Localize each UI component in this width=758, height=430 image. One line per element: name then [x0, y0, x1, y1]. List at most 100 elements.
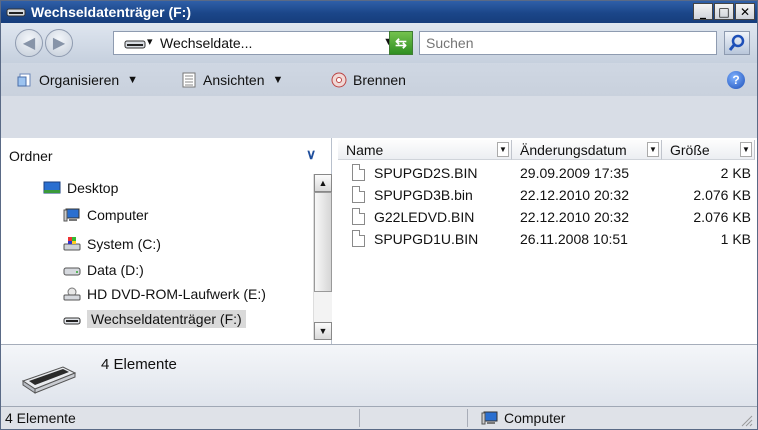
file-row[interactable]: SPUPGD1U.BIN 26.11.2008 10:51 1 KB: [332, 228, 757, 250]
status-divider: [467, 409, 468, 427]
removable-drive-icon: [63, 317, 81, 325]
computer-icon: [63, 208, 80, 222]
minimize-button[interactable]: _: [693, 3, 713, 20]
file-name: SPUPGD2S.BIN: [374, 165, 478, 181]
file-name: SPUPGD1U.BIN: [374, 231, 479, 247]
file-size: 1 KB: [720, 231, 751, 247]
removable-drive-large-icon: [21, 366, 77, 394]
column-filter-icon[interactable]: ▼: [740, 142, 752, 157]
views-icon: [182, 72, 196, 87]
file-modified: 26.11.2008 10:51: [520, 231, 628, 247]
tree-item-computer[interactable]: Computer: [63, 204, 148, 226]
breadcrumb-arrow-icon[interactable]: ▾: [147, 35, 153, 48]
column-header-size[interactable]: Größe ▼: [662, 140, 755, 160]
desktop-icon: [43, 181, 61, 194]
file-icon: [352, 186, 365, 203]
file-row[interactable]: G22LEDVD.BIN 22.12.2010 20:32 2.076 KB: [332, 206, 757, 228]
tree-item-removable-f[interactable]: Wechseldatenträger (F:): [63, 308, 246, 330]
scroll-up-icon[interactable]: ▲: [314, 174, 332, 192]
window-controls: _ □ ✕: [692, 3, 755, 21]
status-item-count: 4 Elemente: [5, 410, 76, 426]
column-header-name[interactable]: Name ▼: [338, 140, 512, 160]
tree-item-system-c[interactable]: System (C:): [63, 233, 161, 255]
scroll-down-icon[interactable]: ▼: [314, 322, 332, 340]
explorer-window: Wechseldatenträger (F:) _ □ ✕ ◀ ▶ ▾ Wech…: [0, 0, 758, 430]
column-header-label: Änderungsdatum: [520, 141, 627, 158]
column-filter-icon[interactable]: ▼: [497, 142, 509, 157]
folder-pane: Ordner ∨ Desktop Computer System (C:) Da…: [1, 138, 332, 344]
navigation-buttons: ◀ ▶: [15, 29, 91, 57]
tree-item-label: System (C:): [87, 236, 161, 252]
address-bar[interactable]: ▾ Wechseldate... ▼: [113, 31, 401, 55]
column-header-label: Größe: [670, 141, 710, 158]
organize-button[interactable]: Organisieren ▼: [17, 63, 138, 96]
burn-icon: [331, 72, 347, 87]
removable-drive-icon: [124, 40, 146, 49]
maximize-button[interactable]: □: [714, 3, 734, 20]
column-header-label: Name: [346, 141, 384, 158]
refresh-button[interactable]: ⇆: [389, 31, 413, 55]
status-location: Computer: [504, 410, 566, 426]
details-pane: 4 Elemente: [1, 344, 757, 406]
tree-item-label: Computer: [87, 207, 149, 223]
resize-grip-icon[interactable]: [739, 413, 753, 427]
chevron-down-icon: ▼: [272, 73, 284, 86]
search-button[interactable]: [724, 31, 750, 55]
back-button[interactable]: ◀: [15, 29, 43, 57]
refresh-icon: ⇆: [395, 34, 407, 51]
close-button[interactable]: ✕: [735, 3, 755, 20]
organize-label: Organisieren: [39, 71, 120, 88]
search-input[interactable]: [420, 32, 708, 54]
command-bar: Organisieren ▼ Ansichten ▼ Brennen ?: [1, 63, 757, 96]
file-list: Name ▼ Änderungsdatum ▼ Größe ▼ SPUPGD2S…: [332, 138, 757, 344]
status-divider: [359, 409, 360, 427]
file-modified: 22.12.2010 20:32: [520, 187, 629, 203]
tree-item-label: Wechseldatenträger (F:): [87, 310, 246, 328]
tree-item-label: Data (D:): [87, 262, 144, 278]
file-icon: [352, 208, 365, 225]
file-size: 2 KB: [720, 165, 751, 181]
back-arrow-icon: ◀: [22, 35, 36, 52]
views-label: Ansichten: [203, 71, 265, 88]
file-row[interactable]: SPUPGD2S.BIN 29.09.2009 17:35 2 KB: [332, 162, 757, 184]
file-row[interactable]: SPUPGD3B.bin 22.12.2010 20:32 2.076 KB: [332, 184, 757, 206]
organize-icon: [17, 73, 31, 86]
file-modified: 29.09.2009 17:35: [520, 165, 629, 181]
forward-arrow-icon: ▶: [52, 35, 66, 52]
status-bar: 4 Elemente Computer: [1, 406, 757, 429]
forward-button[interactable]: ▶: [45, 29, 73, 57]
tree-item-label: Desktop: [67, 180, 119, 196]
scroll-thumb[interactable]: [314, 192, 332, 292]
file-name: G22LEDVD.BIN: [374, 209, 475, 225]
tree-item-dvd-e[interactable]: HD DVD-ROM-Laufwerk (E:): [63, 283, 266, 305]
column-header-modified[interactable]: Änderungsdatum ▼: [512, 140, 662, 160]
file-name: SPUPGD3B.bin: [374, 187, 473, 203]
address-row: ◀ ▶ ▾ Wechseldate... ▼ ⇆: [1, 23, 757, 63]
burn-label: Brennen: [353, 71, 406, 88]
tree-item-desktop[interactable]: Desktop: [43, 177, 118, 199]
file-modified: 22.12.2010 20:32: [520, 209, 629, 225]
file-size: 2.076 KB: [693, 209, 751, 225]
file-icon: [352, 164, 365, 181]
file-icon: [352, 230, 365, 247]
folder-pane-header: Ordner: [9, 148, 53, 164]
hard-drive-icon: [63, 267, 81, 276]
views-button[interactable]: Ansichten ▼: [181, 63, 283, 96]
address-path: Wechseldate...: [160, 35, 253, 51]
column-filter-icon[interactable]: ▼: [647, 142, 659, 157]
chevron-down-icon: ▼: [127, 73, 139, 86]
file-size: 2.076 KB: [693, 187, 751, 203]
tree-item-data-d[interactable]: Data (D:): [63, 259, 144, 281]
title-bar[interactable]: Wechseldatenträger (F:) _ □ ✕: [1, 1, 757, 23]
search-icon: [728, 34, 745, 51]
help-icon[interactable]: ?: [727, 71, 745, 89]
removable-drive-icon: [6, 8, 26, 17]
collapse-chevron-icon[interactable]: ∨: [306, 146, 316, 163]
search-box[interactable]: [419, 31, 717, 55]
tree-item-label: HD DVD-ROM-Laufwerk (E:): [87, 286, 266, 302]
folder-scrollbar[interactable]: ▲ ▼: [313, 174, 332, 340]
window-title: Wechseldatenträger (F:): [31, 4, 191, 20]
system-drive-icon: [63, 237, 81, 251]
details-item-count: 4 Elemente: [101, 356, 177, 373]
burn-button[interactable]: Brennen: [331, 63, 406, 96]
